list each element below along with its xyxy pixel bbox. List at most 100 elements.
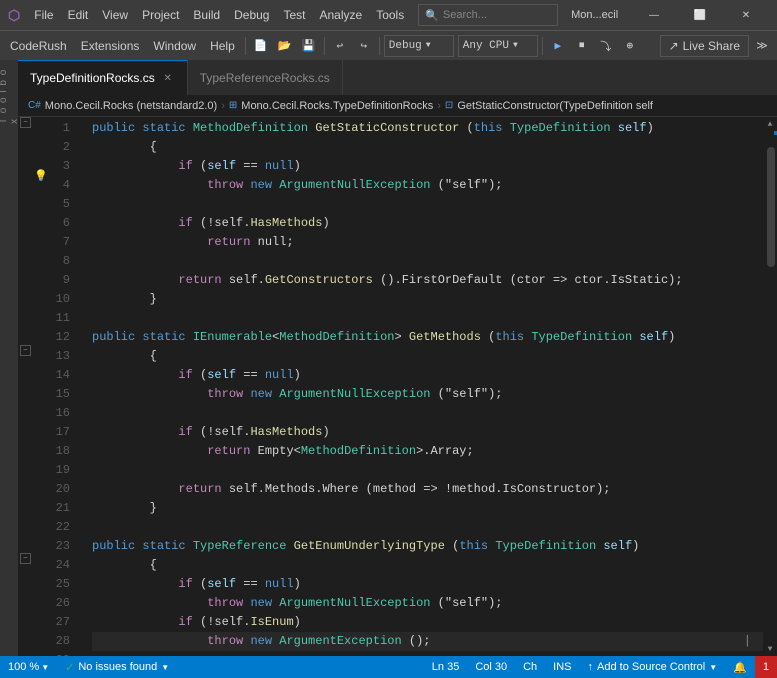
- menu-tools[interactable]: Tools: [370, 6, 410, 24]
- vs-icon: ⬡: [8, 7, 20, 24]
- code-line-18: return Empty<MethodDefinition>.Array;: [92, 442, 763, 461]
- breakpoints-btn[interactable]: ⊕: [619, 35, 641, 57]
- source-control-arrow: ▼: [709, 663, 717, 672]
- scrollbar-vertical[interactable]: ▲ ▼: [763, 117, 777, 656]
- up-arrow-icon: ↑: [588, 661, 594, 673]
- menu-extensions[interactable]: Extensions: [75, 37, 146, 55]
- source-control-status[interactable]: ↑ Add to Source Control ▼: [580, 656, 726, 678]
- scroll-thumb[interactable]: [767, 147, 775, 267]
- code-line-9: return self.GetConstructors ().FirstOrDe…: [92, 271, 763, 290]
- code-line-12: public static IEnumerable<MethodDefiniti…: [92, 328, 763, 347]
- fold-icon-2[interactable]: −: [20, 345, 31, 356]
- live-share-button[interactable]: ↗ Live Share: [660, 35, 749, 57]
- window-title: Mon...ecil: [566, 9, 623, 21]
- platform-dropdown[interactable]: Any CPU ▼: [458, 35, 538, 57]
- window-controls: — ⬜ ✕: [631, 0, 769, 30]
- scroll-up-btn[interactable]: ▲: [763, 117, 777, 131]
- close-button[interactable]: ✕: [723, 0, 769, 30]
- restore-button[interactable]: ⬜: [677, 0, 723, 30]
- start-btn[interactable]: ▶: [547, 35, 569, 57]
- code-line-14: if (self == null): [92, 366, 763, 385]
- tab-typereferencerocks[interactable]: TypeReferenceRocks.cs: [188, 60, 343, 95]
- menu-coderush[interactable]: CodeRush: [4, 37, 73, 55]
- minimize-button[interactable]: —: [631, 0, 677, 30]
- main-layout: T o o l b o x TypeDefinitionRocks.cs ✕ T…: [0, 60, 777, 656]
- undo-btn[interactable]: ↩: [329, 35, 351, 57]
- save-btn[interactable]: 💾: [298, 35, 320, 57]
- line-numbers: 12345 678910 1112131415 1617181920 21222…: [32, 117, 80, 656]
- menu-view[interactable]: View: [96, 6, 134, 24]
- code-content[interactable]: public static MethodDefinition GetStatic…: [80, 117, 763, 656]
- error-badge[interactable]: 1: [755, 656, 777, 678]
- breadcrumb-namespace[interactable]: Mono.Cecil.Rocks (netstandard2.0): [45, 100, 217, 112]
- ins-label: INS: [553, 661, 571, 673]
- fold-icon-1[interactable]: −: [20, 117, 31, 128]
- menu-project[interactable]: Project: [136, 6, 185, 24]
- separator-2: [324, 37, 325, 55]
- menu-debug[interactable]: Debug: [228, 6, 275, 24]
- live-share-label: Live Share: [683, 39, 740, 53]
- code-line-27: if (!self.IsEnum): [92, 613, 763, 632]
- ch-status[interactable]: Ch: [515, 656, 545, 678]
- activity-toolbox[interactable]: T o o l b o x: [1, 64, 17, 124]
- breadcrumb-method[interactable]: GetStaticConstructor(TypeDefinition self: [457, 100, 653, 112]
- menu-help[interactable]: Help: [204, 37, 241, 55]
- live-share-icon: ↗: [669, 39, 679, 53]
- code-line-23: public static TypeReference GetEnumUnder…: [92, 537, 763, 556]
- menu-build[interactable]: Build: [187, 6, 226, 24]
- tab-label-typedefinitionrocks: TypeDefinitionRocks.cs: [30, 71, 155, 85]
- code-editor[interactable]: − − − 💡 12345 678910 1112131415 16171819…: [18, 117, 777, 656]
- col-status[interactable]: Col 30: [467, 656, 515, 678]
- open-file-btn[interactable]: 📂: [274, 35, 296, 57]
- code-line-15: throw new ArgumentNullException ("self")…: [92, 385, 763, 404]
- zoom-label: 100 %: [8, 661, 39, 673]
- redo-btn[interactable]: ↪: [353, 35, 375, 57]
- code-line-1: public static MethodDefinition GetStatic…: [92, 119, 763, 138]
- fold-icon-3[interactable]: −: [20, 553, 31, 564]
- scroll-down-btn[interactable]: ▼: [763, 642, 777, 656]
- issues-status[interactable]: ✓ No issues found ▼: [57, 656, 177, 678]
- code-line-3: if (self == null): [92, 157, 763, 176]
- debug-config-dropdown[interactable]: Debug ▼: [384, 35, 454, 57]
- tab-close-typedefinitionrocks[interactable]: ✕: [161, 71, 175, 85]
- cursor-indicator: |: [744, 632, 751, 651]
- breadcrumb-class[interactable]: Mono.Cecil.Rocks.TypeDefinitionRocks: [241, 100, 433, 112]
- tab-typedefinitionrocks[interactable]: TypeDefinitionRocks.cs ✕: [18, 60, 188, 95]
- zoom-control[interactable]: 100 % ▼: [0, 656, 57, 678]
- more-toolbar-btn[interactable]: ≫: [751, 35, 773, 57]
- ins-status[interactable]: INS: [545, 656, 579, 678]
- breadcrumb: C# Mono.Cecil.Rocks (netstandard2.0) › ⊞…: [18, 95, 777, 117]
- status-bar: 100 % ▼ ✓ No issues found ▼ Ln 35 Col 30…: [0, 656, 777, 678]
- step-over-btn[interactable]: ⤵: [595, 35, 617, 57]
- new-file-btn[interactable]: 📄: [250, 35, 272, 57]
- menu-file[interactable]: File: [28, 6, 59, 24]
- breadcrumb-sep-1: ›: [221, 100, 225, 112]
- search-box[interactable]: 🔍 Search...: [418, 4, 558, 26]
- menu-test[interactable]: Test: [277, 6, 311, 24]
- menu-analyze[interactable]: Analyze: [314, 6, 369, 24]
- menu-window[interactable]: Window: [147, 37, 202, 55]
- toolbar: CodeRush Extensions Window Help 📄 📂 💾 ↩ …: [0, 30, 777, 60]
- ch-label: Ch: [523, 661, 537, 673]
- line-col-status[interactable]: Ln 35: [424, 656, 468, 678]
- issues-label: No issues found: [78, 661, 157, 673]
- search-placeholder: Search...: [443, 9, 487, 21]
- stop-btn[interactable]: ⏹: [571, 35, 593, 57]
- code-line-4: throw new ArgumentNullException ("self")…: [92, 176, 763, 195]
- activity-bar: T o o l b o x: [0, 60, 18, 656]
- code-line-10: }: [92, 290, 763, 309]
- bell-icon: 🔔: [733, 661, 747, 674]
- code-line-17: if (!self.HasMethods): [92, 423, 763, 442]
- code-line-5: [92, 195, 763, 214]
- debug-config-label: Debug: [389, 40, 422, 52]
- debug-config-arrow: ▼: [426, 41, 431, 50]
- breadcrumb-type-icon: ⊞: [229, 100, 237, 111]
- lightbulb-icon[interactable]: 💡: [34, 169, 48, 183]
- editor-container: TypeDefinitionRocks.cs ✕ TypeReferenceRo…: [18, 60, 777, 656]
- menu-edit[interactable]: Edit: [62, 6, 95, 24]
- notifications-btn[interactable]: 🔔: [725, 656, 755, 678]
- breadcrumb-icon: C#: [28, 100, 41, 111]
- code-line-21: }: [92, 499, 763, 518]
- line-num-label: Ln 35: [432, 661, 460, 673]
- zoom-arrow: ▼: [41, 663, 49, 672]
